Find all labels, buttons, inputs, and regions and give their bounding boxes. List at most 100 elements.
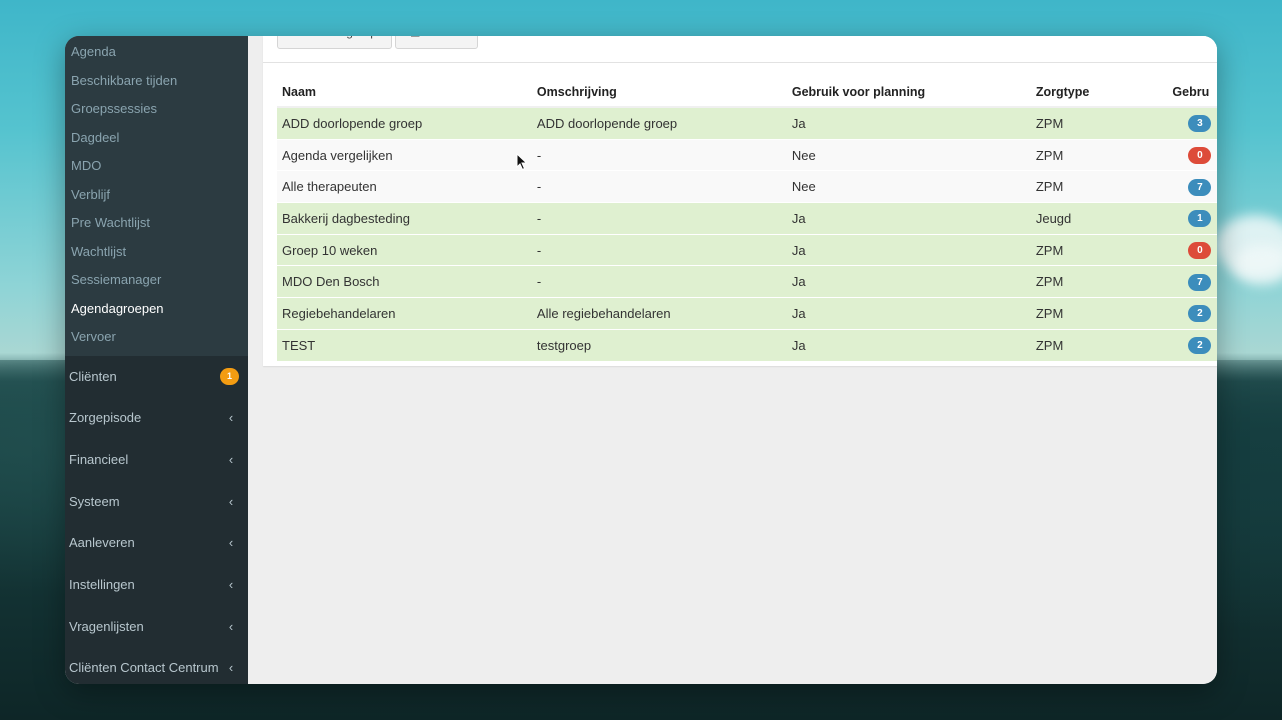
sidebar-item-instellingen[interactable]: Instellingen ‹ — [65, 564, 248, 606]
cell-omschrijving: - — [531, 233, 787, 266]
create-group-button[interactable]: ⊕ Creëer groep — [277, 36, 392, 49]
toolbar: ⊕ Creëer groep ▤ Archief — [277, 36, 478, 49]
main-menu: Cliënten 1 Zorgepisode ‹ Financieel ‹ Systeem ‹… — [65, 356, 248, 685]
cell-omschrijving: - — [531, 202, 787, 235]
sidebar-subitem-sessiemanager[interactable]: Sessiemanager — [65, 266, 248, 295]
count-badge: 3 — [1188, 115, 1212, 133]
cell-count: 3 — [1167, 106, 1217, 140]
groups-box: ⊕ Creëer groep ▤ Archief Naam Omschrijvi… — [263, 36, 1217, 366]
sidebar-subitem-wachtlijst[interactable]: Wachtlijst — [65, 238, 248, 267]
sidebar-item-cliënten[interactable]: Cliënten 1 — [65, 356, 248, 398]
header-gebruik-voor-planning[interactable]: Gebruik voor planning — [786, 78, 1031, 108]
sidebar-item-zorgepisode[interactable]: Zorgepisode ‹ — [65, 397, 248, 439]
count-badge: 0 — [1188, 147, 1212, 165]
sidebar-subitem-agenda[interactable]: Agenda — [65, 38, 248, 67]
create-group-label: Creëer groep — [306, 36, 377, 48]
sidebar-item-systeem[interactable]: Systeem ‹ — [65, 481, 248, 523]
cell-count: 2 — [1167, 297, 1217, 330]
sidebar-item-label: Financieel — [69, 451, 129, 467]
count-badge: 7 — [1188, 178, 1212, 196]
cell-naam: MDO Den Bosch — [277, 265, 532, 298]
cell-zorgtype: ZPM — [1030, 233, 1168, 266]
header-zorgtype[interactable]: Zorgtype — [1030, 78, 1168, 108]
cell-planning: Ja — [786, 106, 1031, 140]
table-row[interactable]: TEST testgroep Ja ZPM 2 — [277, 328, 1217, 361]
cell-count: 2 — [1167, 328, 1217, 361]
cell-planning: Ja — [786, 297, 1031, 330]
cell-count: 7 — [1167, 170, 1217, 203]
cell-naam: Regiebehandelaren — [277, 297, 532, 330]
cell-omschrijving: testgroep — [531, 328, 787, 361]
header-naam[interactable]: Naam — [277, 78, 532, 108]
chevron-left-icon: ‹ — [228, 618, 234, 634]
chevron-left-icon: ‹ — [228, 535, 234, 551]
table-row[interactable]: Agenda vergelijken - Nee ZPM 0 — [277, 138, 1217, 171]
cell-zorgtype: Jeugd — [1030, 202, 1168, 235]
sidebar-item-cliënten-contact-centrum[interactable]: Cliënten Contact Centrum ‹ — [65, 647, 248, 684]
archive-icon: ▤ — [410, 36, 420, 48]
cell-naam: Agenda vergelijken — [277, 138, 532, 171]
cell-zorgtype: ZPM — [1030, 138, 1168, 171]
table-row[interactable]: Bakkerij dagbesteding - Ja Jeugd 1 — [277, 202, 1217, 235]
archive-button[interactable]: ▤ Archief — [394, 36, 478, 49]
cell-count: 1 — [1167, 202, 1217, 235]
count-badge: 2 — [1188, 337, 1212, 355]
cell-naam: TEST — [277, 328, 532, 361]
sidebar-subitem-pre-wachtlijst[interactable]: Pre Wachtlijst — [65, 209, 248, 238]
cell-count: 0 — [1167, 233, 1217, 266]
cell-omschrijving: ADD doorlopende groep — [531, 106, 787, 140]
mouse-cursor-icon — [516, 153, 528, 171]
sidebar-item-aanleveren[interactable]: Aanleveren ‹ — [65, 522, 248, 564]
sidebar-subitem-agendagroepen[interactable]: Agendagroepen — [65, 295, 248, 324]
cell-omschrijving: - — [531, 138, 787, 171]
sidebar-subitem-beschikbare-tijden[interactable]: Beschikbare tijden — [65, 67, 248, 96]
chevron-left-icon: ‹ — [228, 660, 234, 676]
table-row[interactable]: Regiebehandelaren Alle regiebehandelaren J… — [277, 297, 1217, 330]
cell-naam: Bakkerij dagbesteding — [277, 202, 532, 235]
cell-omschrijving: Alle regiebehandelaren — [531, 297, 787, 330]
cell-planning: Ja — [786, 233, 1031, 266]
cell-zorgtype: ZPM — [1030, 328, 1168, 361]
sidebar-item-label: Cliënten — [69, 368, 117, 384]
cell-zorgtype: ZPM — [1030, 170, 1168, 203]
divider — [263, 62, 1217, 63]
cell-omschrijving: - — [531, 265, 787, 298]
chevron-left-icon: ‹ — [228, 410, 234, 426]
cell-planning: Ja — [786, 265, 1031, 298]
count-badge: 2 — [1188, 305, 1212, 323]
table-row[interactable]: Groep 10 weken - Ja ZPM 0 — [277, 233, 1217, 266]
sidebar-subitem-dagdeel[interactable]: Dagdeel — [65, 124, 248, 153]
sidebar-subitem-verblijf[interactable]: Verblijf — [65, 181, 248, 210]
sidebar-subitem-mdo[interactable]: MDO — [65, 152, 248, 181]
header-omschrijving[interactable]: Omschrijving — [531, 78, 787, 108]
cell-naam: ADD doorlopende groep — [277, 106, 532, 140]
sidebar-item-vragenlijsten[interactable]: Vragenlijsten ‹ — [65, 606, 248, 648]
header-gebruikers[interactable]: Gebru — [1167, 78, 1217, 108]
cell-naam: Alle therapeuten — [277, 170, 532, 203]
sidebar-item-label: Vragenlijsten — [69, 618, 144, 634]
table-row[interactable]: ADD doorlopende groep ADD doorlopende gro… — [277, 106, 1217, 140]
sidebar-subitem-groepssessies[interactable]: Groepssessies — [65, 95, 248, 124]
table-header-row: Naam Omschrijving Gebruik voor planning … — [277, 78, 1217, 108]
sidebar-subitem-vervoer[interactable]: Vervoer — [65, 323, 248, 352]
notification-badge: 1 — [220, 367, 239, 385]
cell-zorgtype: ZPM — [1030, 297, 1168, 330]
cloud — [1232, 245, 1282, 285]
table-row[interactable]: MDO Den Bosch - Ja ZPM 7 — [277, 265, 1217, 298]
sidebar-item-label: Instellingen — [69, 576, 135, 592]
count-badge: 7 — [1188, 273, 1212, 291]
cell-planning: Ja — [786, 202, 1031, 235]
chevron-left-icon: ‹ — [228, 451, 234, 467]
cell-count: 0 — [1167, 138, 1217, 171]
cell-count: 7 — [1167, 265, 1217, 298]
sidebar-item-label: Cliënten Contact Centrum — [69, 660, 219, 676]
cell-zorgtype: ZPM — [1030, 265, 1168, 298]
sidebar: Agenda Beschikbare tijden Groepssessies Dag… — [65, 36, 248, 684]
sidebar-item-financieel[interactable]: Financieel ‹ — [65, 439, 248, 481]
cell-zorgtype: ZPM — [1030, 106, 1168, 140]
groups-table: Naam Omschrijving Gebruik voor planning … — [277, 78, 1217, 361]
sidebar-item-label: Zorgepisode — [69, 410, 142, 426]
table-row[interactable]: Alle therapeuten - Nee ZPM 7 — [277, 170, 1217, 203]
chevron-left-icon: ‹ — [228, 576, 234, 592]
archive-label: Archief — [425, 36, 462, 48]
